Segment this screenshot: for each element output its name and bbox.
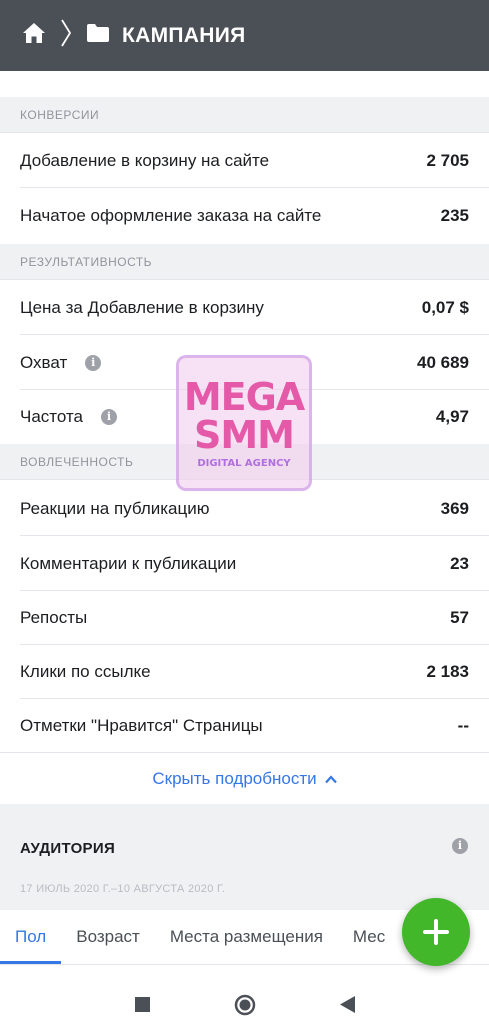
section-conversions-header: КОНВЕРСИИ [0, 97, 489, 133]
row-divider [20, 535, 489, 536]
metric-label: Отметки "Нравится" Страницы [20, 716, 263, 735]
metric-label: Реакции на публикацию [20, 499, 210, 518]
tab-age[interactable]: Возраст [61, 910, 155, 964]
info-icon[interactable]: i [101, 409, 118, 425]
add-button[interactable] [402, 898, 470, 966]
metric-label: Начатое оформление заказа на сайте [20, 206, 322, 225]
audience-title: АУДИТОРИЯ [20, 840, 116, 857]
watermark-logo: MEGA SMM DIGITAL AGENCY [176, 355, 312, 491]
hide-details-link[interactable]: Скрыть подробности [0, 752, 489, 805]
metric-value: 23 [450, 554, 469, 573]
metric-value: 57 [450, 608, 469, 627]
tab-gender[interactable]: Пол [0, 910, 62, 964]
metric-row: Комментарии к публикации 23 [0, 537, 489, 591]
metric-value: 235 [440, 206, 469, 225]
chevron-right-icon [60, 18, 72, 53]
metric-label: Цена за Добавление в корзину [20, 298, 264, 317]
tab-locations[interactable]: Мес [338, 910, 389, 964]
metric-row: Отметки "Нравится" Страницы -- [0, 699, 489, 753]
metric-row: Добавление в корзину на сайте 2 705 [0, 134, 489, 188]
metric-value: 0,07 $ [421, 298, 469, 317]
chevron-up-icon [324, 774, 337, 784]
home-button-icon[interactable] [234, 994, 256, 1016]
header-gap [0, 71, 489, 98]
metric-label: Репосты [20, 608, 88, 627]
folder-icon [86, 23, 110, 48]
hide-details-label: Скрыть подробности [152, 769, 317, 788]
metric-label: Комментарии к публикации [20, 554, 237, 573]
metric-label: Частота [20, 407, 84, 426]
metric-label: Охват [20, 353, 68, 372]
row-divider [20, 187, 489, 188]
metric-row: Цена за Добавление в корзину 0,07 $ [0, 281, 489, 335]
page-title: КАМПАНИЯ [122, 23, 246, 47]
metric-label-wrap: Частота i [20, 407, 118, 427]
metric-row: Начатое оформление заказа на сайте 235 [0, 189, 489, 243]
metric-label-wrap: Охват i [20, 353, 102, 373]
section-performance-header: РЕЗУЛЬТАТИВНОСТЬ [0, 244, 489, 280]
info-icon[interactable]: i [85, 355, 102, 371]
plus-icon [423, 919, 449, 945]
metric-value: 2 705 [426, 151, 469, 170]
recent-apps-icon[interactable] [134, 997, 150, 1012]
metric-value: 4,97 [435, 407, 469, 426]
metric-value: 40 689 [417, 353, 469, 372]
metric-label: Клики по ссылке [20, 662, 151, 681]
metric-label: Добавление в корзину на сайте [20, 151, 270, 170]
audience-date-range: 17 ИЮЛЬ 2020 Г.–10 АВГУСТА 2020 Г. [20, 883, 226, 895]
system-nav-bar [0, 985, 489, 1024]
top-bar: КАМПАНИЯ [0, 0, 489, 71]
home-icon[interactable] [22, 22, 46, 49]
metric-value: 2 183 [426, 662, 469, 681]
metric-value: -- [457, 716, 469, 735]
metric-value: 369 [440, 499, 469, 518]
row-divider [20, 334, 489, 335]
watermark-line2: SMM [194, 412, 295, 457]
back-icon[interactable] [339, 996, 355, 1013]
info-icon[interactable]: i [452, 838, 468, 854]
metric-row: Репосты 57 [0, 591, 489, 645]
metric-row: Клики по ссылке 2 183 [0, 645, 489, 699]
watermark-line3: DIGITAL AGENCY [197, 457, 291, 469]
tab-placements[interactable]: Места размещения [155, 910, 338, 964]
watermark-line1: MEGA [183, 374, 305, 419]
